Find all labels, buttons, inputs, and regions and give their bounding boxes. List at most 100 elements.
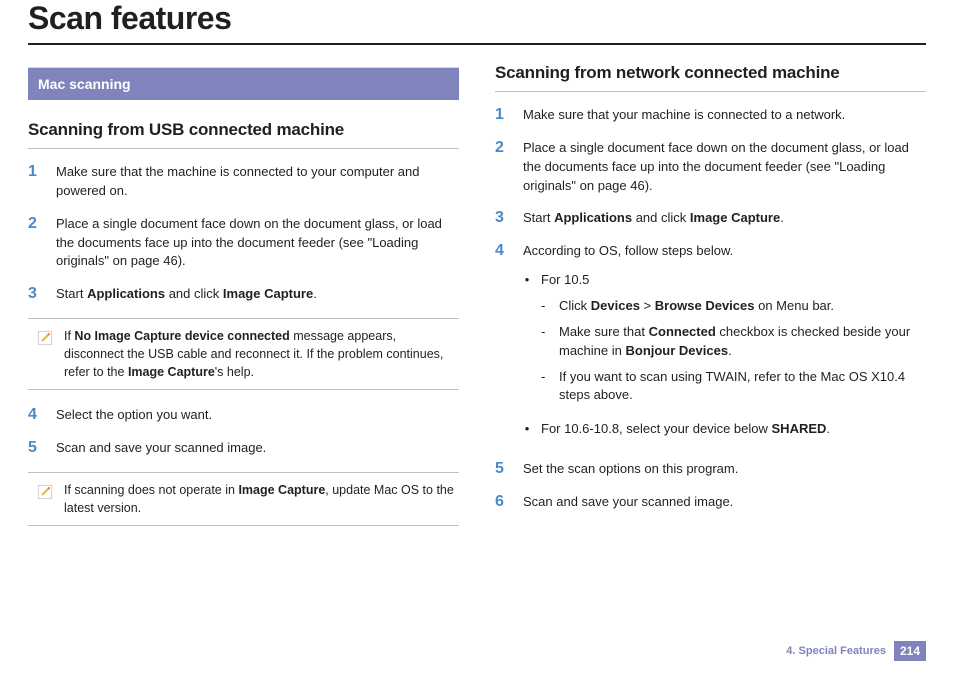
bold-text: Devices bbox=[591, 298, 640, 313]
step-text: Select the option you want. bbox=[56, 406, 459, 425]
step-text: Start Applications and click Image Captu… bbox=[56, 285, 459, 304]
text: . bbox=[728, 343, 732, 358]
text: Make sure that bbox=[559, 324, 649, 339]
step-number: 1 bbox=[495, 106, 509, 125]
text: on Menu bar. bbox=[755, 298, 835, 313]
list-item: 4 Select the option you want. bbox=[28, 406, 459, 425]
text: According to OS, follow steps below. bbox=[523, 243, 733, 258]
step-number: 3 bbox=[28, 285, 42, 304]
footer-page-number: 214 bbox=[894, 641, 926, 661]
list-item: - If you want to scan using TWAIN, refer… bbox=[541, 368, 926, 404]
text: and click bbox=[632, 210, 690, 225]
text: Make sure that Connected checkbox is che… bbox=[559, 323, 926, 359]
bold-text: Browse Devices bbox=[655, 298, 755, 313]
usb-steps-list: 1 Make sure that the machine is connecte… bbox=[28, 163, 459, 304]
text: For 10.6-10.8, select your device below bbox=[541, 421, 772, 436]
step-text: Make sure that the machine is connected … bbox=[56, 163, 459, 201]
usb-steps-list-cont: 4 Select the option you want. 5 Scan and… bbox=[28, 406, 459, 458]
step-number: 3 bbox=[495, 209, 509, 228]
text: Start bbox=[523, 210, 554, 225]
list-item: • For 10.5 - Click Devices > Browse Devi… bbox=[523, 271, 926, 412]
page-title: Scan features bbox=[28, 0, 926, 37]
bold-text: Image Capture bbox=[128, 365, 215, 379]
step-number: 5 bbox=[495, 460, 509, 479]
note-text: If No Image Capture device connected mes… bbox=[64, 327, 455, 381]
bold-text: Applications bbox=[87, 286, 165, 301]
list-item: 5 Set the scan options on this program. bbox=[495, 460, 926, 479]
left-column: Mac scanning Scanning from USB connected… bbox=[28, 63, 459, 542]
dash-icon: - bbox=[541, 323, 549, 359]
text: . bbox=[780, 210, 784, 225]
text: . bbox=[826, 421, 830, 436]
list-item: 2 Place a single document face down on t… bbox=[28, 215, 459, 272]
bullet-icon: • bbox=[523, 420, 531, 438]
step-number: 2 bbox=[28, 215, 42, 272]
bullet-icon: • bbox=[523, 271, 531, 412]
step-text: Make sure that your machine is connected… bbox=[523, 106, 926, 125]
text: . bbox=[313, 286, 317, 301]
text: Start bbox=[56, 286, 87, 301]
list-item: • For 10.6-10.8, select your device belo… bbox=[523, 420, 926, 438]
bold-text: Bonjour Devices bbox=[625, 343, 728, 358]
step-text: Start Applications and click Image Captu… bbox=[523, 209, 926, 228]
bold-text: Connected bbox=[649, 324, 716, 339]
bold-text: Image Capture bbox=[238, 483, 325, 497]
list-item: 5 Scan and save your scanned image. bbox=[28, 439, 459, 458]
step-text: According to OS, follow steps below. • F… bbox=[523, 242, 926, 446]
heading-rule bbox=[28, 148, 459, 149]
os-sublist: • For 10.5 - Click Devices > Browse Devi… bbox=[523, 271, 926, 438]
step-number: 6 bbox=[495, 493, 509, 512]
footer-chapter: 4. Special Features bbox=[786, 645, 886, 657]
step-number: 4 bbox=[495, 242, 509, 446]
list-item: 1 Make sure that your machine is connect… bbox=[495, 106, 926, 125]
bold-text: Applications bbox=[554, 210, 632, 225]
network-steps-list: 1 Make sure that your machine is connect… bbox=[495, 106, 926, 512]
bold-text: No Image Capture device connected bbox=[74, 329, 289, 343]
text: Click Devices > Browse Devices on Menu b… bbox=[559, 297, 926, 315]
bold-text: Image Capture bbox=[690, 210, 780, 225]
step-text: Scan and save your scanned image. bbox=[523, 493, 926, 512]
text: > bbox=[640, 298, 655, 313]
list-item: 1 Make sure that the machine is connecte… bbox=[28, 163, 459, 201]
step-number: 1 bbox=[28, 163, 42, 201]
dash-icon: - bbox=[541, 297, 549, 315]
step-text: Place a single document face down on the… bbox=[523, 139, 926, 196]
text: For 10.5 - Click Devices > Browse Device… bbox=[541, 271, 926, 412]
title-bar: Scan features bbox=[28, 0, 926, 45]
text: For 10.6-10.8, select your device below … bbox=[541, 420, 926, 438]
list-item: - Click Devices > Browse Devices on Menu… bbox=[541, 297, 926, 315]
bold-text: Image Capture bbox=[223, 286, 313, 301]
list-item: 2 Place a single document face down on t… bbox=[495, 139, 926, 196]
right-column: Scanning from network connected machine … bbox=[495, 63, 926, 542]
text: If scanning does not operate in bbox=[64, 483, 238, 497]
text: If bbox=[64, 329, 74, 343]
heading-network-scanning: Scanning from network connected machine bbox=[495, 63, 926, 83]
note-box: If scanning does not operate in Image Ca… bbox=[28, 472, 459, 526]
list-item: 4 According to OS, follow steps below. •… bbox=[495, 242, 926, 446]
step-text: Set the scan options on this program. bbox=[523, 460, 926, 479]
step-number: 2 bbox=[495, 139, 509, 196]
text: and click bbox=[165, 286, 223, 301]
list-item: 6 Scan and save your scanned image. bbox=[495, 493, 926, 512]
step-text: Place a single document face down on the… bbox=[56, 215, 459, 272]
list-item: - Make sure that Connected checkbox is c… bbox=[541, 323, 926, 359]
note-icon bbox=[36, 329, 54, 347]
note-text: If scanning does not operate in Image Ca… bbox=[64, 481, 455, 517]
step-number: 5 bbox=[28, 439, 42, 458]
dash-icon: - bbox=[541, 368, 549, 404]
dash-list: - Click Devices > Browse Devices on Menu… bbox=[541, 297, 926, 404]
step-text: Scan and save your scanned image. bbox=[56, 439, 459, 458]
list-item: 3 Start Applications and click Image Cap… bbox=[495, 209, 926, 228]
section-bar-mac-scanning: Mac scanning bbox=[28, 67, 459, 100]
heading-rule bbox=[495, 91, 926, 92]
bold-text: SHARED bbox=[772, 421, 827, 436]
text: For 10.5 bbox=[541, 272, 589, 287]
step-number: 4 bbox=[28, 406, 42, 425]
list-item: 3 Start Applications and click Image Cap… bbox=[28, 285, 459, 304]
text: If you want to scan using TWAIN, refer t… bbox=[559, 368, 926, 404]
text: Click bbox=[559, 298, 591, 313]
page-footer: 4. Special Features 214 bbox=[786, 641, 926, 661]
heading-usb-scanning: Scanning from USB connected machine bbox=[28, 120, 459, 140]
note-icon bbox=[36, 483, 54, 501]
text: 's help. bbox=[215, 365, 254, 379]
